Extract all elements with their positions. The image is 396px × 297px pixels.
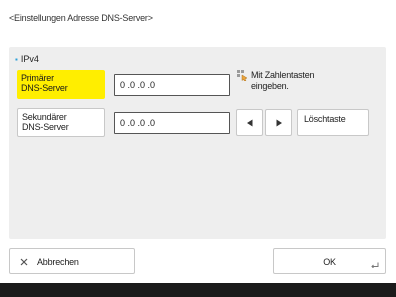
cancel-button[interactable]: Abbrechen [9, 248, 135, 274]
numeric-keypad-hand-icon [237, 70, 248, 81]
keypad-hint-text: Mit Zahlentasten eingeben. [251, 70, 315, 91]
primary-dns-input[interactable]: 0 .0 .0 .0 [114, 74, 230, 96]
secondary-dns-input[interactable]: 0 .0 .0 .0 [114, 112, 230, 134]
section-header-ipv4: ▪ IPv4 [15, 54, 39, 64]
primary-dns-server-button[interactable]: Primärer DNS-Server [17, 70, 105, 99]
close-x-icon [20, 258, 28, 266]
cursor-right-button[interactable] [265, 109, 292, 136]
ok-label: OK [323, 257, 336, 267]
cancel-label: Abbrechen [37, 257, 79, 267]
section-label: IPv4 [20, 54, 39, 64]
secondary-dns-server-button[interactable]: Sekundärer DNS-Server [17, 108, 105, 137]
backspace-button[interactable]: Löschtaste [297, 109, 369, 136]
bottom-status-bar [0, 283, 396, 297]
dns-server-settings-screen: <Einstellungen Adresse DNS-Server> ▪ IPv4… [0, 0, 396, 297]
arrow-right-icon [276, 119, 282, 127]
section-bullet: ▪ [15, 55, 18, 64]
arrow-left-icon [247, 119, 253, 127]
enter-corner-icon [371, 262, 379, 268]
page-title: <Einstellungen Adresse DNS-Server> [9, 13, 153, 23]
ok-button[interactable]: OK [273, 248, 386, 274]
cursor-left-button[interactable] [236, 109, 263, 136]
